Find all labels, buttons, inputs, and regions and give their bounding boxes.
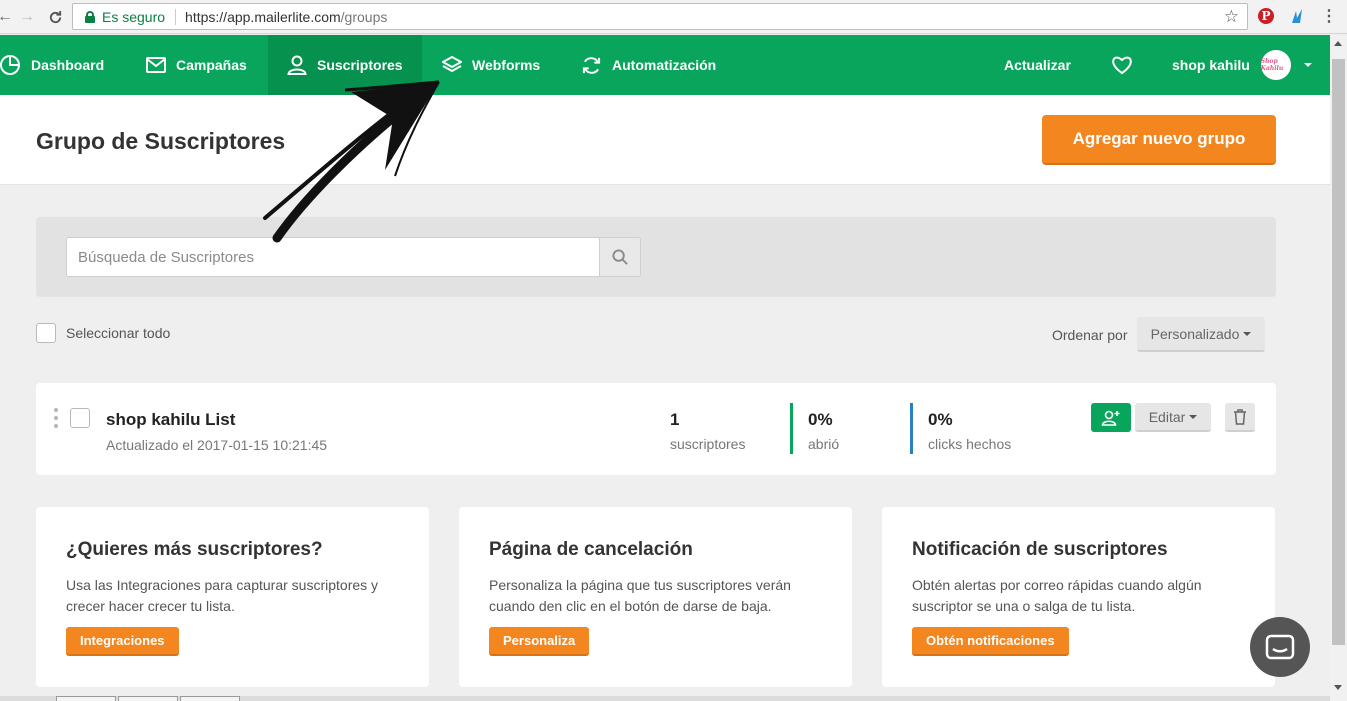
reload-button[interactable] bbox=[44, 6, 66, 28]
scroll-down-arrow-icon[interactable] bbox=[1334, 685, 1342, 690]
chat-widget-button[interactable] bbox=[1250, 617, 1310, 677]
sort-select-value: Personalizado bbox=[1150, 325, 1240, 342]
sort-select[interactable]: Personalizado bbox=[1137, 317, 1265, 352]
group-row: shop kahilu List Actualizado el 2017-01-… bbox=[36, 383, 1276, 475]
group-updated: Actualizado el 2017-01-15 10:21:45 bbox=[106, 437, 328, 453]
search-button[interactable] bbox=[599, 237, 641, 277]
back-arrow-icon[interactable]: ← bbox=[0, 6, 16, 28]
page-title: Grupo de Suscriptores bbox=[36, 128, 286, 154]
trash-icon bbox=[1234, 408, 1246, 425]
nav-webforms-label: Webforms bbox=[472, 57, 541, 73]
lock-icon bbox=[85, 10, 95, 23]
search-panel bbox=[36, 217, 1276, 297]
group-name[interactable]: shop kahilu List bbox=[106, 410, 235, 430]
pie-chart-icon bbox=[0, 55, 20, 75]
chevron-down-icon bbox=[1303, 63, 1312, 67]
address-bar[interactable]: Es seguro https://app.mailerlite.com/gro… bbox=[72, 3, 1248, 30]
add-user-icon bbox=[1101, 410, 1120, 426]
url-path: /groups bbox=[340, 8, 388, 25]
info-card-notifications: Notificación de suscriptores Obtén alert… bbox=[882, 507, 1275, 687]
pinterest-icon: P bbox=[1258, 8, 1274, 24]
select-all-label: Seleccionar todo bbox=[66, 325, 171, 341]
edit-group-dropdown[interactable]: Editar bbox=[1135, 403, 1211, 432]
nav-campaigns-label: Campañas bbox=[176, 57, 247, 73]
info-card-more-subscribers: ¿Quieres más suscriptores? Usa las Integ… bbox=[36, 507, 429, 687]
info-card-text: Obtén alertas por correo rápidas cuando … bbox=[912, 577, 1202, 614]
chat-icon bbox=[1265, 634, 1295, 660]
add-group-button[interactable]: Agregar nuevo grupo bbox=[1042, 115, 1276, 165]
opened-stat-divider bbox=[790, 403, 793, 454]
select-all-checkbox[interactable] bbox=[36, 323, 56, 343]
extension-button[interactable] bbox=[1287, 6, 1307, 26]
heart-icon bbox=[1112, 56, 1132, 75]
add-subscriber-button[interactable] bbox=[1091, 403, 1131, 432]
pinterest-extension-button[interactable]: P bbox=[1256, 6, 1276, 26]
nav-automation-label: Automatización bbox=[612, 57, 717, 73]
info-card-text: Personaliza la página que tus suscriptor… bbox=[489, 577, 791, 614]
bottom-strip bbox=[0, 696, 1330, 701]
clicks-label: clicks hechos bbox=[928, 436, 1012, 452]
page-header: Grupo de Suscriptores Agregar nuevo grup… bbox=[0, 95, 1330, 185]
select-all[interactable]: Seleccionar todo bbox=[36, 323, 170, 343]
scroll-up-arrow-icon[interactable] bbox=[1334, 41, 1342, 46]
search-icon bbox=[611, 248, 628, 265]
delete-group-button[interactable] bbox=[1225, 403, 1255, 432]
subscribers-count: 1 bbox=[670, 410, 680, 429]
chevron-down-icon bbox=[1189, 414, 1198, 419]
info-card-text: Usa las Integraciones para capturar susc… bbox=[66, 577, 379, 614]
edit-label: Editar bbox=[1148, 408, 1186, 425]
info-card-title: ¿Quieres más suscriptores? bbox=[66, 539, 323, 560]
update-plan-label: Actualizar bbox=[1004, 57, 1071, 73]
scrollbar-thumb[interactable] bbox=[1332, 59, 1345, 645]
order-by-label: Ordenar por bbox=[1052, 327, 1128, 343]
clicks-stat-divider bbox=[910, 403, 913, 454]
bookmark-star-icon[interactable]: ☆ bbox=[1224, 7, 1239, 27]
wing-extension-icon bbox=[1292, 9, 1302, 23]
nav-subscribers-label: Suscriptores bbox=[317, 57, 403, 73]
nav-webforms[interactable]: Webforms bbox=[442, 35, 540, 95]
nav-dashboard-label: Dashboard bbox=[31, 57, 105, 73]
nav-campaigns[interactable]: Campañas bbox=[146, 35, 247, 95]
refresh-icon bbox=[582, 56, 601, 74]
annotation-arrow-icon bbox=[263, 80, 440, 243]
user-icon bbox=[287, 55, 307, 75]
opened-label: abrió bbox=[808, 436, 840, 452]
layers-icon bbox=[442, 55, 462, 73]
account-name: shop kahilu bbox=[1172, 57, 1250, 73]
subscribers-label: suscriptores bbox=[670, 436, 746, 452]
opened-rate: 0% bbox=[808, 410, 833, 429]
browser-toolbar: ← → Es seguro https://app.mailerlite.com… bbox=[0, 0, 1347, 34]
integrations-button[interactable]: Integraciones bbox=[66, 627, 179, 656]
info-card-title: Notificación de suscriptores bbox=[912, 539, 1168, 560]
update-plan-link[interactable]: Actualizar bbox=[1004, 35, 1071, 95]
clicks-rate: 0% bbox=[928, 410, 953, 429]
secure-label: Es seguro bbox=[102, 8, 166, 25]
page-scrollbar[interactable] bbox=[1330, 35, 1347, 701]
envelope-icon bbox=[146, 57, 166, 73]
info-card-unsubscribe-page: Página de cancelación Personaliza la pág… bbox=[459, 507, 852, 687]
get-notifications-button[interactable]: Obtén notificaciones bbox=[912, 627, 1069, 656]
url-host: https://app.mailerlite.com bbox=[185, 8, 341, 25]
nav-automation[interactable]: Automatización bbox=[581, 35, 716, 95]
favorites-button[interactable] bbox=[1111, 35, 1143, 95]
address-divider bbox=[175, 8, 177, 25]
account-menu[interactable]: shop kahilu Shop Kahilu bbox=[1172, 35, 1312, 95]
customize-button[interactable]: Personaliza bbox=[489, 627, 590, 656]
reload-icon bbox=[49, 10, 61, 23]
chevron-down-icon bbox=[1243, 331, 1252, 336]
info-card-title: Página de cancelación bbox=[489, 539, 693, 560]
group-checkbox[interactable] bbox=[70, 408, 90, 428]
drag-handle-icon[interactable] bbox=[54, 408, 58, 428]
browser-menu-icon[interactable]: ⋮ bbox=[1319, 6, 1339, 26]
avatar: Shop Kahilu bbox=[1260, 50, 1291, 80]
forward-arrow-icon[interactable]: → bbox=[16, 6, 38, 28]
main-navigation: Dashboard Campañas Suscriptores Webforms… bbox=[0, 35, 1330, 95]
nav-dashboard[interactable]: Dashboard bbox=[0, 35, 125, 95]
